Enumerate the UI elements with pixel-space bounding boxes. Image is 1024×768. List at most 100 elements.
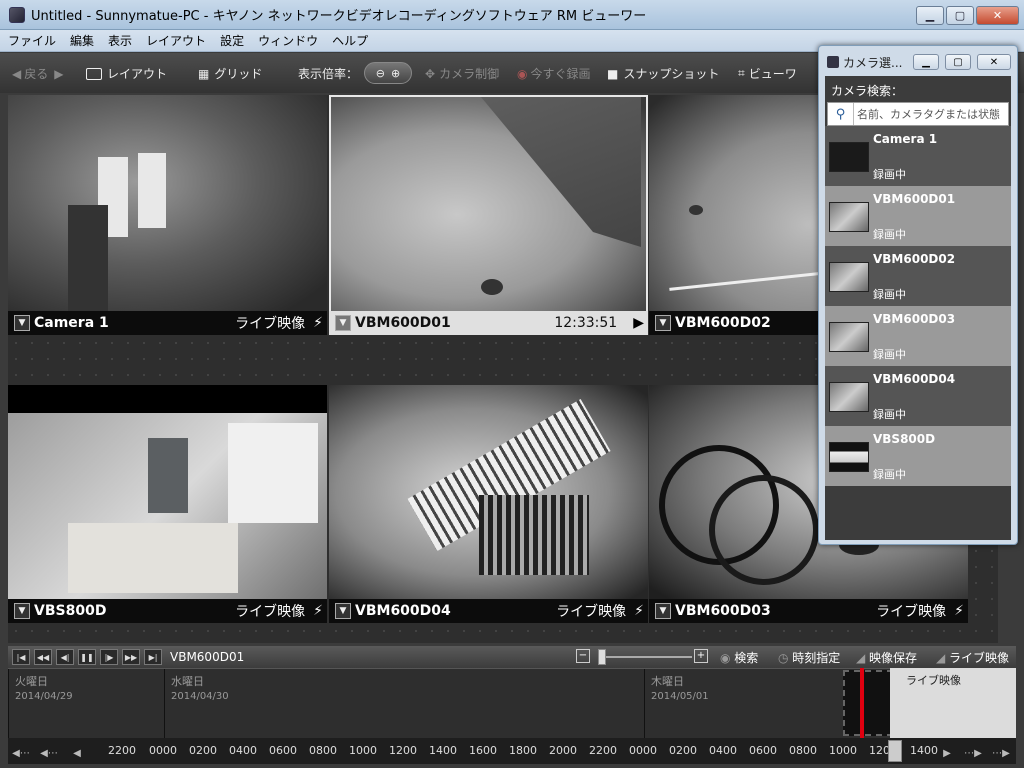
camsel-maximize-button[interactable]: ▢ — [945, 54, 971, 70]
tile-caption: ▼ VBM600D04 ライブ映像 ⚡ — [329, 599, 648, 623]
zoom-buttons[interactable]: ⊖ ⊕ — [364, 62, 413, 84]
camera-thumbnail — [829, 202, 869, 232]
camera-list-item[interactable]: VBS800D 録画中 — [825, 426, 1011, 486]
step-forward-icon[interactable]: |▶ — [100, 649, 118, 665]
viewer-label: ビューワ — [748, 67, 797, 81]
menu-window[interactable]: ウィンドウ — [258, 32, 318, 49]
speed-slider-thumb[interactable] — [598, 649, 606, 665]
camera-list-item[interactable]: VBM600D01 録画中 — [825, 186, 1011, 246]
skip-start-icon[interactable]: |◀ — [12, 649, 30, 665]
camera-search-input[interactable]: ⚲ 名前、カメラタグまたは状態 — [827, 102, 1009, 126]
video-tile[interactable]: ▼ VBS800D ライブ映像 ⚡ — [8, 385, 327, 623]
step-right-icon[interactable]: ▶ — [934, 744, 960, 762]
save-video-button[interactable]: ◢ 映像保存 — [856, 649, 917, 666]
zoom-out-icon[interactable]: ⊖ — [376, 67, 385, 80]
play-icon[interactable]: ▶ — [633, 315, 644, 331]
menu-view[interactable]: 表示 — [108, 32, 132, 49]
search-icon[interactable]: ⚲ — [828, 103, 854, 125]
menu-help[interactable]: ヘルプ — [332, 32, 368, 49]
pause-icon[interactable]: ❚❚ — [78, 649, 96, 665]
letterbox — [8, 385, 327, 413]
video-tile[interactable]: ▼ VBM600D04 ライブ映像 ⚡ — [329, 385, 648, 623]
record-now-button[interactable]: ◉ 今すぐ録画 — [517, 65, 591, 82]
video-feed[interactable] — [8, 413, 327, 599]
live-video-button[interactable]: ◢ ライブ映像 — [936, 649, 1009, 666]
camera-control-button[interactable]: ✥ カメラ制御 — [425, 65, 499, 82]
recording-thumbnail — [843, 670, 893, 736]
rewind-icon[interactable]: ◀◀ — [34, 649, 52, 665]
menu-settings[interactable]: 設定 — [220, 32, 244, 49]
clock-icon: ◷ — [778, 651, 793, 665]
time-ruler: ◀⋯ ◀⋯ ◀ 2200 0000 0200 0400 0600 0800 10… — [8, 738, 1016, 764]
search-button[interactable]: ◉ 検索 — [720, 649, 758, 666]
tile-menu-icon[interactable]: ▼ — [14, 315, 30, 331]
tile-menu-icon[interactable]: ▼ — [335, 315, 351, 331]
live-region: ライブ映像 — [890, 668, 1016, 738]
layout-button[interactable]: レイアウト — [86, 65, 167, 82]
video-feed[interactable] — [329, 385, 648, 599]
step-left-icon[interactable]: ◀ — [64, 744, 90, 762]
time-spec-button[interactable]: ◷ 時刻指定 — [778, 649, 840, 666]
zoom-control: 表示倍率： ⊖ ⊕ — [298, 62, 413, 84]
tile-camera-name: Camera 1 — [34, 315, 109, 331]
camera-list-item[interactable]: VBM600D02 録画中 — [825, 246, 1011, 306]
camsel-close-button[interactable]: ✕ — [977, 54, 1011, 70]
menu-edit[interactable]: 編集 — [70, 32, 94, 49]
ruler-tick: 0200 — [669, 744, 697, 757]
grid-label: グリッド — [214, 67, 263, 81]
camera-list-status: 録画中 — [873, 168, 906, 181]
camera-list-item[interactable]: Camera 1 録画中 — [825, 126, 1011, 186]
camera-list-status: 録画中 — [873, 228, 906, 241]
back-arrow-icon: ◀ — [12, 66, 22, 81]
forward-arrow-icon[interactable]: ▶ — [54, 67, 63, 81]
layout-icon — [86, 67, 102, 80]
speed-minus-icon[interactable]: − — [576, 649, 590, 663]
video-feed[interactable] — [329, 95, 648, 311]
scroll-far-right-icon[interactable]: ⋯▶ — [988, 744, 1014, 762]
tile-menu-icon[interactable]: ▼ — [14, 603, 30, 619]
layout-label: レイアウト — [107, 67, 168, 81]
back-button[interactable]: ◀ 戻る ▶ — [12, 65, 63, 82]
tile-menu-icon[interactable]: ▼ — [655, 315, 671, 331]
playhead-marker[interactable] — [860, 668, 864, 738]
viewer-button[interactable]: ⌗ ビューワ — [738, 65, 797, 82]
camsel-minimize-button[interactable]: ▁ — [913, 54, 939, 70]
scroll-far-left-icon[interactable]: ◀⋯ — [8, 744, 34, 762]
tile-menu-icon[interactable]: ▼ — [655, 603, 671, 619]
day-weekday: 木曜日 — [651, 675, 684, 688]
close-button[interactable]: ✕ — [976, 6, 1019, 25]
playback-camera-name: VBM600D01 — [170, 650, 245, 664]
speed-slider[interactable] — [598, 656, 692, 658]
snapshot-button[interactable]: ■ スナップショット — [607, 65, 719, 82]
tile-status: ライブ映像 — [876, 604, 947, 620]
minimize-button[interactable]: ▁ — [916, 6, 944, 25]
title-bar: Untitled - Sunnymatue-PC - キヤノン ネットワークビデ… — [0, 0, 1024, 30]
menu-file[interactable]: ファイル — [8, 32, 56, 49]
skip-end-icon[interactable]: ▶| — [144, 649, 162, 665]
video-tile[interactable]: ▼ Camera 1 ライブ映像 ⚡ — [8, 95, 327, 335]
day-weekday: 水曜日 — [171, 675, 204, 688]
maximize-button[interactable]: ▢ — [946, 6, 974, 25]
video-feed[interactable] — [8, 95, 327, 311]
step-back-icon[interactable]: ◀| — [56, 649, 74, 665]
zoom-in-icon[interactable]: ⊕ — [391, 67, 400, 80]
ruler-scroll-thumb[interactable] — [888, 740, 902, 762]
camera-list-panel: カメラ検索： ⚲ 名前、カメラタグまたは状態 Camera 1 録画中 VBM6… — [825, 76, 1011, 540]
camera-thumbnail — [829, 322, 869, 352]
video-tile-selected[interactable]: ▼ VBM600D01 12:33:51 ▶ — [329, 95, 648, 335]
grid-button[interactable]: ▦ グリッド — [198, 65, 262, 82]
menu-layout[interactable]: レイアウト — [146, 32, 206, 49]
speed-plus-icon[interactable]: + — [694, 649, 708, 663]
save-icon: ◢ — [856, 651, 870, 665]
tile-caption: ▼ VBM600D01 12:33:51 ▶ — [329, 311, 648, 335]
tile-status: ライブ映像 — [556, 604, 627, 620]
scroll-right-icon[interactable]: ⋯▶ — [960, 744, 986, 762]
camera-list-status: 録画中 — [873, 468, 906, 481]
tile-menu-icon[interactable]: ▼ — [335, 603, 351, 619]
camera-list-item[interactable]: VBM600D03 録画中 — [825, 306, 1011, 366]
camera-list-item[interactable]: VBM600D04 録画中 — [825, 366, 1011, 426]
scroll-left-icon[interactable]: ◀⋯ — [36, 744, 62, 762]
fast-forward-icon[interactable]: ▶▶ — [122, 649, 140, 665]
ruler-tick: 1000 — [349, 744, 377, 757]
camera-list-name: VBM600D02 — [873, 252, 956, 266]
